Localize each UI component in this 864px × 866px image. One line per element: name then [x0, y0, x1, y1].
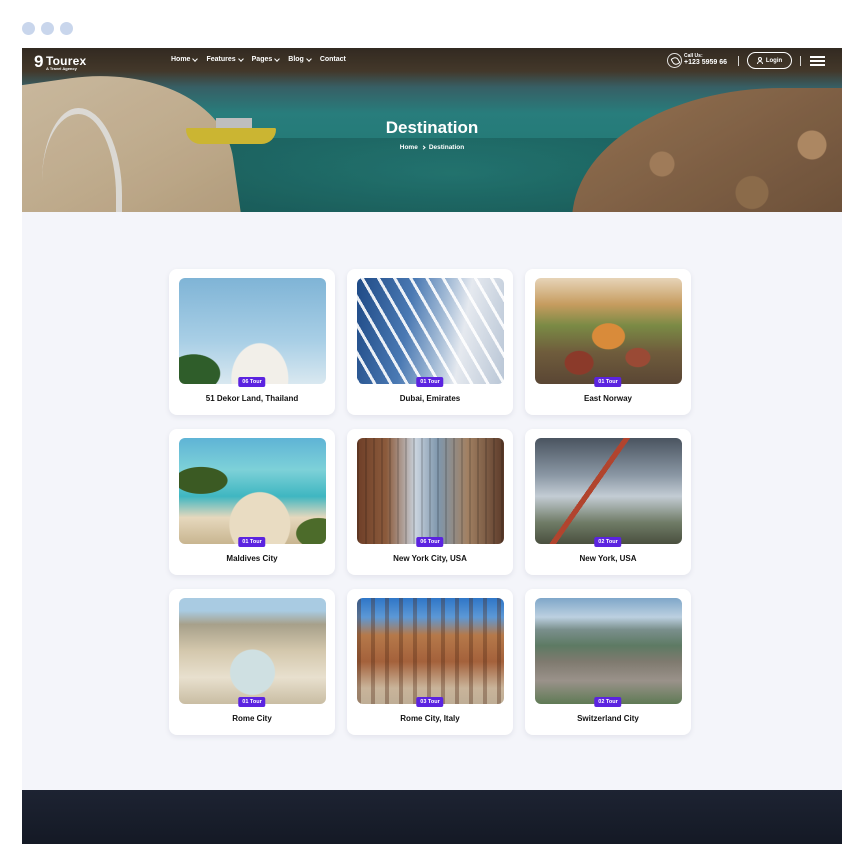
- destination-title[interactable]: New York, USA: [525, 554, 691, 563]
- call-us[interactable]: Call Us: +123 5959 66: [667, 53, 731, 69]
- user-icon: [756, 57, 763, 64]
- nav-item-features[interactable]: Features: [206, 55, 244, 63]
- tour-count-badge: 06 Tour: [416, 537, 444, 547]
- nav-menu: Home Features Pages Blog Contact: [171, 55, 346, 63]
- destination-image[interactable]: [179, 598, 326, 704]
- destination-image[interactable]: [535, 278, 682, 384]
- breadcrumb-current: Destination: [428, 144, 465, 151]
- destination-title[interactable]: Rome City: [169, 714, 335, 723]
- destination-title[interactable]: East Norway: [525, 394, 691, 403]
- destination-title[interactable]: Switzerland City: [525, 714, 691, 723]
- destination-card[interactable]: 06 Tour New York City, USA: [347, 429, 513, 575]
- page-title: Destination: [385, 118, 479, 137]
- nav-item-contact[interactable]: Contact: [320, 56, 346, 63]
- destination-title[interactable]: 51 Dekor Land, Thailand: [169, 394, 335, 403]
- window-dot-close[interactable]: [22, 22, 35, 35]
- destination-image[interactable]: [357, 278, 504, 384]
- logo-icon: 9: [34, 52, 44, 71]
- destination-card[interactable]: 03 Tour Rome City, Italy: [347, 589, 513, 735]
- destination-image[interactable]: [357, 438, 504, 544]
- chevron-down-icon: [305, 55, 312, 62]
- chevron-right-icon: [421, 145, 426, 150]
- tour-count-badge: 01 Tour: [416, 377, 444, 387]
- destination-title[interactable]: New York City, USA: [347, 554, 513, 563]
- divider: [738, 56, 739, 66]
- breadcrumb: Home Destination: [22, 144, 842, 151]
- tour-count-badge: 03 Tour: [416, 697, 444, 707]
- tour-count-badge: 01 Tour: [238, 697, 266, 707]
- nav-item-blog[interactable]: Blog: [288, 55, 312, 63]
- destination-card[interactable]: 01 Tour Dubai, Emirates: [347, 269, 513, 415]
- tour-count-badge: 06 Tour: [238, 377, 266, 387]
- destination-card[interactable]: 06 Tour 51 Dekor Land, Thailand: [169, 269, 335, 415]
- destination-image[interactable]: [535, 438, 682, 544]
- destination-title[interactable]: Dubai, Emirates: [347, 394, 513, 403]
- destination-title[interactable]: Maldives City: [169, 554, 335, 563]
- hamburger-menu-icon[interactable]: [810, 56, 825, 66]
- tour-count-badge: 01 Tour: [238, 537, 266, 547]
- chevron-down-icon: [192, 55, 199, 62]
- window-dot-maximize[interactable]: [60, 22, 73, 35]
- hero-banner: 9 Tourex A Travel Agency Home Features P…: [22, 48, 842, 212]
- browser-frame: 9 Tourex A Travel Agency Home Features P…: [0, 0, 864, 866]
- tour-count-badge: 01 Tour: [594, 377, 622, 387]
- tour-count-badge: 02 Tour: [594, 697, 622, 707]
- logo-tagline: A Travel Agency: [46, 66, 77, 71]
- destination-card[interactable]: 01 Tour Maldives City: [169, 429, 335, 575]
- login-button[interactable]: Login: [747, 52, 792, 69]
- destination-card[interactable]: 02 Tour New York, USA: [525, 429, 691, 575]
- login-label: Login: [765, 57, 783, 64]
- destination-card[interactable]: 01 Tour East Norway: [525, 269, 691, 415]
- divider: [800, 56, 801, 66]
- nav-item-home[interactable]: Home: [171, 55, 199, 63]
- destination-card[interactable]: 02 Tour Switzerland City: [525, 589, 691, 735]
- window-controls: [22, 22, 73, 35]
- call-number: +123 5959 66: [684, 59, 728, 66]
- destination-image[interactable]: [357, 598, 504, 704]
- page: 9 Tourex A Travel Agency Home Features P…: [22, 48, 842, 844]
- destination-image[interactable]: [535, 598, 682, 704]
- tour-count-badge: 02 Tour: [594, 537, 622, 547]
- breadcrumb-home[interactable]: Home: [400, 144, 418, 151]
- footer: [22, 790, 842, 844]
- window-dot-minimize[interactable]: [41, 22, 54, 35]
- chevron-down-icon: [237, 55, 244, 62]
- destination-image[interactable]: [179, 438, 326, 544]
- chevron-down-icon: [274, 55, 281, 62]
- destination-grid: 06 Tour 51 Dekor Land, Thailand 01 Tour …: [169, 269, 694, 735]
- main-navigation: 9 Tourex A Travel Agency Home Features P…: [22, 48, 842, 74]
- nav-item-pages[interactable]: Pages: [252, 55, 281, 63]
- destination-card[interactable]: 01 Tour Rome City: [169, 589, 335, 735]
- destination-image[interactable]: [179, 278, 326, 384]
- destination-title[interactable]: Rome City, Italy: [347, 714, 513, 723]
- phone-icon: [667, 53, 682, 68]
